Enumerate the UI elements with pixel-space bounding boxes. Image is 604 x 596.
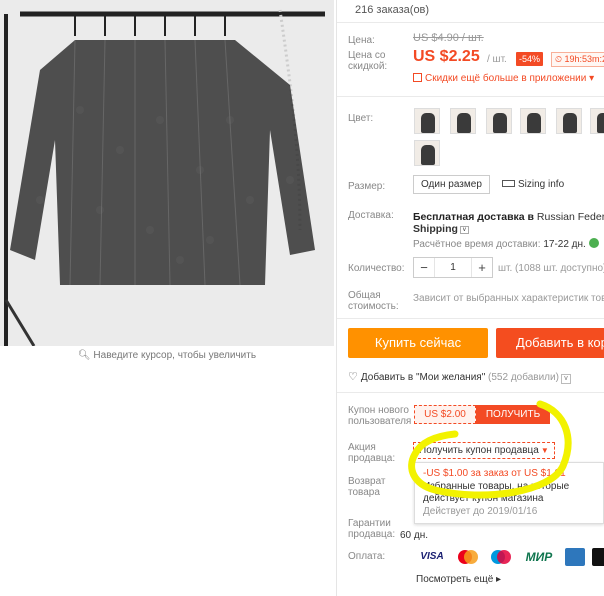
coupon-terms: -US $1.00 за заказ от US $1.01 xyxy=(423,468,566,479)
quantity-label: Количество: xyxy=(348,263,405,274)
mir-icon: МИР xyxy=(525,550,553,564)
sale-price: US $2.25 xyxy=(413,48,480,65)
price-label: Цена: xyxy=(348,35,375,46)
quantity-stepper[interactable]: − 1 + xyxy=(413,257,493,278)
color-option[interactable] xyxy=(414,108,440,134)
total-label: Общая стоимость: xyxy=(348,290,399,312)
visa-icon: VISA xyxy=(420,551,444,562)
seller-promo-label: Акция продавца: xyxy=(348,442,396,464)
stock-note: шт. (1088 шт. доступно) xyxy=(498,263,604,274)
chevron-down-icon: v xyxy=(459,226,469,234)
per-unit: / шт. xyxy=(487,54,507,65)
color-option[interactable] xyxy=(590,108,604,134)
coupon-scope: Избранные товары, на которые действует к… xyxy=(423,480,570,505)
shipping-destination[interactable]: Бесплатная доставка в Russian Federation xyxy=(413,211,604,223)
decrement-button[interactable]: − xyxy=(414,258,434,277)
quantity-input[interactable]: 1 xyxy=(434,258,472,277)
get-coupon-button[interactable]: ПОЛУЧИТЬ xyxy=(476,405,550,424)
zoom-hint: 🔍︎ Наведите курсор, чтобы увеличить xyxy=(77,350,257,361)
clock-icon: ⏲ xyxy=(555,54,565,64)
seller-coupon-dropdown[interactable]: Получить купон продавца ▼ xyxy=(413,442,555,459)
ruler-icon xyxy=(502,180,515,187)
color-option[interactable] xyxy=(486,108,512,134)
color-option[interactable] xyxy=(414,140,440,166)
size-option[interactable]: Один размер xyxy=(413,175,490,194)
caret-down-icon: ▾ xyxy=(589,73,595,84)
color-option[interactable] xyxy=(556,108,582,134)
color-option[interactable] xyxy=(450,108,476,134)
old-price: US $4.90 / шт. xyxy=(413,32,484,44)
return-label: Возврат товара xyxy=(348,476,386,498)
mastercard-icon xyxy=(454,548,482,566)
size-label: Размер: xyxy=(348,181,386,192)
qr-code-icon xyxy=(413,73,422,82)
increment-button[interactable]: + xyxy=(472,258,492,277)
amex-icon xyxy=(565,548,585,566)
divider xyxy=(337,392,604,393)
delivery-time: Расчётное время доставки: 17-22 дн. xyxy=(413,238,599,250)
countdown-timer: ⏲ 19h:53m:25s xyxy=(551,52,604,67)
guarantee-value: 60 дн. xyxy=(400,530,429,541)
see-more-payments[interactable]: Посмотреть ещё ▸ xyxy=(416,574,501,585)
coupon-expiry: Действует до 2019/01/16 xyxy=(423,505,538,517)
caret-down-icon: ▼ xyxy=(540,446,549,455)
help-icon[interactable] xyxy=(588,238,599,248)
magnifier-icon: 🔍︎ xyxy=(77,350,94,361)
coupon-amount: US $2.00 xyxy=(414,405,476,424)
column-divider xyxy=(336,0,337,596)
product-main-image[interactable] xyxy=(0,0,334,346)
payment-label: Оплата: xyxy=(348,551,386,562)
divider xyxy=(337,22,604,23)
divider xyxy=(337,318,604,319)
sale-price-label: Цена со скидкой: xyxy=(348,50,388,72)
orders-count: 216 заказа(ов) xyxy=(355,4,430,16)
total-note: Зависит от выбранных характеристик товар… xyxy=(413,293,604,304)
color-option[interactable] xyxy=(520,108,546,134)
color-label: Цвет: xyxy=(348,113,374,124)
heart-icon: ♡ xyxy=(348,371,358,383)
caret-right-icon: ▸ xyxy=(496,574,502,585)
chevron-down-icon[interactable]: v xyxy=(560,374,571,384)
shipping-label: Доставка: xyxy=(348,210,394,221)
discount-badge: -54% xyxy=(516,52,544,66)
new-user-coupon-label: Купон нового пользователя xyxy=(348,405,412,427)
seller-coupon-popover: -US $1.00 за заказ от US $1.01 Избранные… xyxy=(414,462,604,524)
guarantee-label: Гарантии продавца: xyxy=(348,518,396,540)
divider xyxy=(337,96,604,97)
app-promo-link[interactable]: Скидки ещё больше в приложении ▾ xyxy=(413,73,594,84)
qiwi-icon xyxy=(592,548,604,566)
maestro-icon xyxy=(487,548,515,566)
sizing-info-link[interactable]: Sizing info xyxy=(502,179,564,190)
buy-now-button[interactable]: Купить сейчас xyxy=(348,328,488,358)
add-to-cart-button[interactable]: Добавить в корзину xyxy=(496,328,604,358)
wishlist-link[interactable]: ♡ Добавить в "Мои желания" (552 добавили)… xyxy=(348,370,571,384)
shipping-method[interactable]: Shipping v xyxy=(413,223,469,235)
